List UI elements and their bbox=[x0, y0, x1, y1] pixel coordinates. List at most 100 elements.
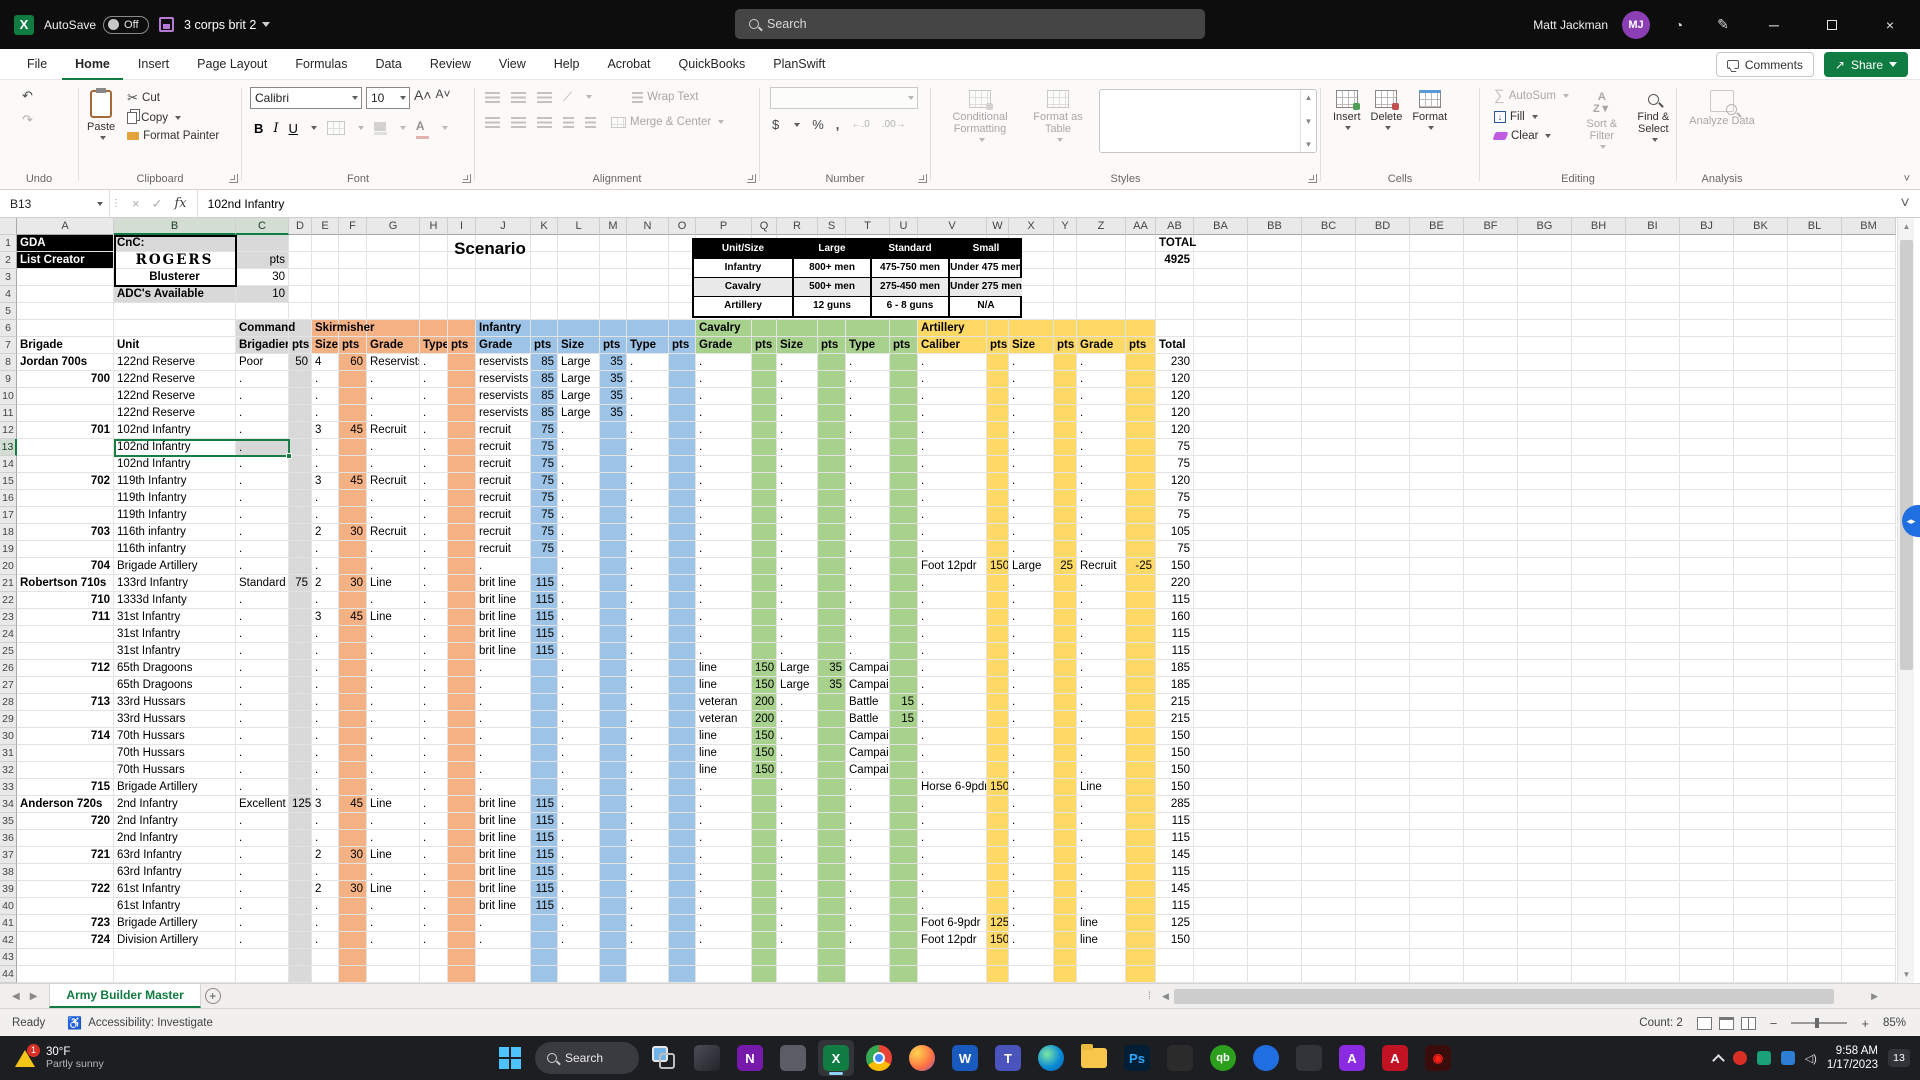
cell-H28[interactable]: . bbox=[420, 694, 448, 711]
cell-Q43[interactable] bbox=[752, 949, 777, 966]
cell-T30[interactable]: Campaign bbox=[846, 728, 890, 745]
cell-U44[interactable] bbox=[890, 966, 918, 983]
cell-BE22[interactable] bbox=[1410, 592, 1464, 609]
cell-C15[interactable]: . bbox=[236, 473, 289, 490]
design-app-icon[interactable]: A bbox=[1334, 1040, 1370, 1076]
cell-R7[interactable]: Size bbox=[777, 337, 818, 354]
cell-Y11[interactable] bbox=[1054, 405, 1077, 422]
cell-BD11[interactable] bbox=[1356, 405, 1410, 422]
cell-Z9[interactable]: . bbox=[1077, 371, 1126, 388]
cell-BH8[interactable] bbox=[1572, 354, 1626, 371]
cell-V22[interactable]: . bbox=[918, 592, 987, 609]
namebox-splitter[interactable]: ⋮ bbox=[110, 190, 122, 217]
cell-C32[interactable]: . bbox=[236, 762, 289, 779]
row-header-2[interactable]: 2 bbox=[0, 252, 17, 269]
cell-M18[interactable] bbox=[600, 524, 627, 541]
cell-BI26[interactable] bbox=[1626, 660, 1680, 677]
cell-BG19[interactable] bbox=[1518, 541, 1572, 558]
cell-S39[interactable] bbox=[818, 881, 846, 898]
cell-S6[interactable] bbox=[818, 320, 846, 337]
cell-M10[interactable]: 35 bbox=[600, 388, 627, 405]
cell-S17[interactable] bbox=[818, 507, 846, 524]
cell-C33[interactable]: . bbox=[236, 779, 289, 796]
minimize-button[interactable]: ─ bbox=[1752, 0, 1796, 49]
cell-B9[interactable]: 122nd Reserve bbox=[114, 371, 236, 388]
cell-BH15[interactable] bbox=[1572, 473, 1626, 490]
cell-BL40[interactable] bbox=[1788, 898, 1842, 915]
cell-BL13[interactable] bbox=[1788, 439, 1842, 456]
cell-M20[interactable] bbox=[600, 558, 627, 575]
cell-R38[interactable]: . bbox=[777, 864, 818, 881]
cell-D29[interactable] bbox=[289, 711, 312, 728]
cell-X17[interactable]: . bbox=[1009, 507, 1054, 524]
cell-E6[interactable]: Skirmisher bbox=[312, 320, 374, 337]
cell-K11[interactable]: 85 bbox=[531, 405, 558, 422]
cell-L11[interactable]: Large bbox=[558, 405, 600, 422]
cell-F9[interactable] bbox=[339, 371, 367, 388]
cell-BB38[interactable] bbox=[1248, 864, 1302, 881]
cell-G42[interactable]: . bbox=[367, 932, 420, 949]
cell-U25[interactable] bbox=[890, 643, 918, 660]
cell-BB8[interactable] bbox=[1248, 354, 1302, 371]
cell-Y35[interactable] bbox=[1054, 813, 1077, 830]
cell-Y20[interactable]: 25 bbox=[1054, 558, 1077, 575]
cell-A40[interactable] bbox=[17, 898, 114, 915]
cell-BK17[interactable] bbox=[1734, 507, 1788, 524]
cell-BF7[interactable] bbox=[1464, 337, 1518, 354]
cell-AA4[interactable] bbox=[1126, 286, 1156, 303]
cell-H26[interactable]: . bbox=[420, 660, 448, 677]
cell-BB11[interactable] bbox=[1248, 405, 1302, 422]
cell-F20[interactable] bbox=[339, 558, 367, 575]
cell-BJ27[interactable] bbox=[1680, 677, 1734, 694]
cell-BB39[interactable] bbox=[1248, 881, 1302, 898]
cell-BK26[interactable] bbox=[1734, 660, 1788, 677]
cell-B16[interactable]: 119th Infantry bbox=[114, 490, 236, 507]
cell-P6[interactable]: Cavalry bbox=[696, 320, 752, 337]
cell-V25[interactable]: . bbox=[918, 643, 987, 660]
cell-BD22[interactable] bbox=[1356, 592, 1410, 609]
cell-BD20[interactable] bbox=[1356, 558, 1410, 575]
cell-Y30[interactable] bbox=[1054, 728, 1077, 745]
cell-BE28[interactable] bbox=[1410, 694, 1464, 711]
cell-V42[interactable]: Foot 12pdr bbox=[918, 932, 987, 949]
cell-Z6[interactable] bbox=[1077, 320, 1126, 337]
cell-BG28[interactable] bbox=[1518, 694, 1572, 711]
acrobat-app-icon[interactable]: ◉ bbox=[1420, 1040, 1456, 1076]
cell-BD37[interactable] bbox=[1356, 847, 1410, 864]
cell-BG3[interactable] bbox=[1518, 269, 1572, 286]
cell-BB35[interactable] bbox=[1248, 813, 1302, 830]
cell-O7[interactable]: pts bbox=[669, 337, 696, 354]
cell-I7[interactable]: pts bbox=[448, 337, 476, 354]
cell-I40[interactable] bbox=[448, 898, 476, 915]
horizontal-scroll-thumb[interactable] bbox=[1174, 989, 1834, 1004]
cell-B18[interactable]: 116th infantry bbox=[114, 524, 236, 541]
cell-C34[interactable]: Excellent bbox=[236, 796, 289, 813]
cell-BC22[interactable] bbox=[1302, 592, 1356, 609]
cell-BD42[interactable] bbox=[1356, 932, 1410, 949]
cell-BH9[interactable] bbox=[1572, 371, 1626, 388]
cell-BJ30[interactable] bbox=[1680, 728, 1734, 745]
cell-BL10[interactable] bbox=[1788, 388, 1842, 405]
cell-Y32[interactable] bbox=[1054, 762, 1077, 779]
cell-BL7[interactable] bbox=[1788, 337, 1842, 354]
cell-BJ4[interactable] bbox=[1680, 286, 1734, 303]
cell-Y13[interactable] bbox=[1054, 439, 1077, 456]
row-header-20[interactable]: 20 bbox=[0, 558, 17, 575]
cell-W12[interactable] bbox=[987, 422, 1009, 439]
cell-X40[interactable]: . bbox=[1009, 898, 1054, 915]
cell-BL28[interactable] bbox=[1788, 694, 1842, 711]
cell-V41[interactable]: Foot 6-9pdr bbox=[918, 915, 987, 932]
cell-O35[interactable] bbox=[669, 813, 696, 830]
cell-P10[interactable]: . bbox=[696, 388, 752, 405]
cell-V32[interactable]: . bbox=[918, 762, 987, 779]
cell-S15[interactable] bbox=[818, 473, 846, 490]
cell-O44[interactable] bbox=[669, 966, 696, 983]
cell-V21[interactable]: . bbox=[918, 575, 987, 592]
cell-A13[interactable] bbox=[17, 439, 114, 456]
cell-BC44[interactable] bbox=[1302, 966, 1356, 983]
cell-BM6[interactable] bbox=[1842, 320, 1896, 337]
zoom-out-icon[interactable]: − bbox=[1770, 1016, 1778, 1031]
cell-C12[interactable]: . bbox=[236, 422, 289, 439]
cell-P34[interactable]: . bbox=[696, 796, 752, 813]
cell-BG4[interactable] bbox=[1518, 286, 1572, 303]
